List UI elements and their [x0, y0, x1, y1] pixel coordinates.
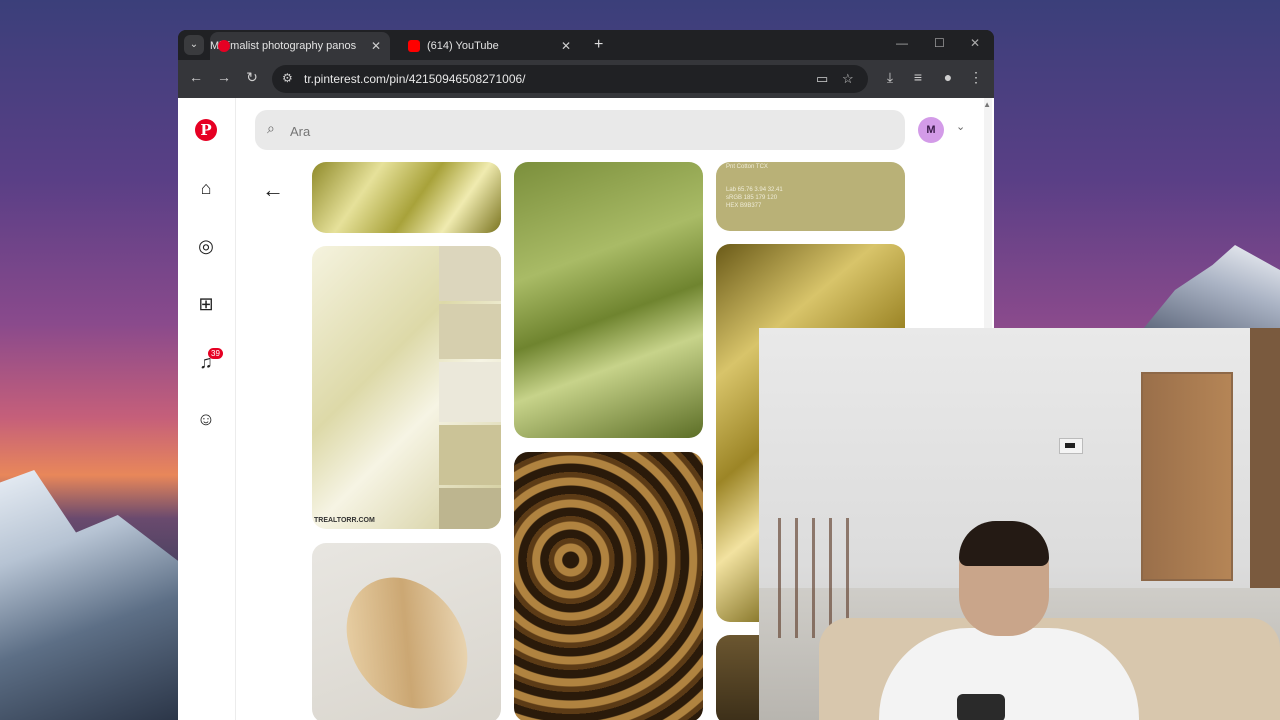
back-arrow-icon[interactable]: ←: [262, 177, 284, 203]
color-card-srgb: sRGB 185 179 120: [726, 195, 778, 201]
forward-icon[interactable]: →: [214, 69, 234, 85]
minimize-icon[interactable]: —: [896, 36, 908, 50]
search-bar[interactable]: ⌕: [255, 110, 905, 152]
bookmark-star-icon[interactable]: ☆: [842, 71, 854, 87]
search-input[interactable]: [288, 110, 892, 152]
tab-youtube[interactable]: (614) YouTube ✕: [400, 32, 580, 60]
color-swatch: [439, 425, 501, 485]
media-controls-icon[interactable]: ≡: [908, 69, 928, 85]
ribbon-shape: [321, 554, 493, 720]
close-icon[interactable]: ✕: [558, 39, 574, 53]
color-swatch: [439, 246, 501, 301]
url-text: tr.pinterest.com/pin/42150946508271006/: [304, 72, 526, 86]
color-swatch: [439, 362, 501, 422]
thermostat: [1059, 438, 1083, 454]
color-card-lab: Lab 65.76 3.94 32.41: [726, 187, 783, 193]
phone: [957, 694, 1005, 720]
pin-leopard-fur[interactable]: [514, 452, 703, 720]
pinterest-icon: [218, 40, 230, 52]
pinterest-sidebar: P ⌂ ◎ ⊞ ♫ 39 ☺: [178, 98, 236, 720]
tab-strip: ⌄ Minimalist photography panos ✕ (614) Y…: [178, 30, 994, 60]
pinterest-logo-icon[interactable]: P: [195, 119, 217, 141]
scroll-up-icon[interactable]: ▲: [983, 100, 991, 109]
pin-olive-silk[interactable]: [514, 162, 703, 438]
messages-icon[interactable]: ☺: [195, 408, 217, 430]
tab-title: Minimalist photography panos: [210, 40, 357, 52]
color-swatch: [439, 304, 501, 359]
new-tab-button[interactable]: +: [594, 36, 603, 54]
explore-icon[interactable]: ◎: [195, 235, 217, 257]
download-icon[interactable]: ⤓: [880, 69, 900, 86]
color-swatch: [439, 488, 501, 529]
notification-badge: 39: [208, 348, 223, 359]
browser-toolbar: ← → ↻ ⚙ tr.pinterest.com/pin/42150946508…: [178, 60, 994, 98]
pin-gold-silk[interactable]: [312, 162, 501, 233]
webcam-overlay: [759, 328, 1280, 720]
tab-title: (614) YouTube: [427, 40, 499, 52]
color-card-name: Pnt Cotton TCX: [726, 164, 768, 170]
youtube-icon: [408, 40, 420, 52]
tab-pinterest[interactable]: Minimalist photography panos ✕: [210, 32, 390, 60]
pin-gold-ribbon[interactable]: [312, 543, 501, 720]
reload-icon[interactable]: ↻: [242, 69, 262, 86]
create-icon[interactable]: ⊞: [195, 293, 217, 315]
search-icon: ⌕: [267, 120, 275, 136]
home-icon[interactable]: ⌂: [195, 177, 217, 199]
menu-kebab-icon[interactable]: ⋮: [966, 69, 986, 86]
close-icon[interactable]: ✕: [368, 39, 384, 53]
color-card-hex: HEX B9B377: [726, 203, 762, 209]
door: [1141, 372, 1233, 581]
back-icon[interactable]: ←: [186, 69, 206, 85]
chevron-down-icon[interactable]: ⌄: [956, 120, 965, 133]
address-bar[interactable]: ⚙ tr.pinterest.com/pin/42150946508271006…: [272, 65, 868, 93]
person-hair: [959, 521, 1049, 566]
install-app-icon[interactable]: ▭: [816, 71, 828, 87]
pin-watermark: TREALTORR.COM: [314, 517, 375, 524]
window-close-icon[interactable]: ✕: [970, 36, 980, 50]
avatar[interactable]: M: [918, 117, 944, 143]
pin-color-card[interactable]: Pnt Cotton TCX Lab 65.76 3.94 32.41 sRGB…: [716, 162, 905, 231]
tab-search-icon[interactable]: ⌄: [184, 35, 204, 55]
extension-icon[interactable]: ●: [938, 69, 958, 85]
pin-cream-satin-palette[interactable]: TREALTORR.COM: [312, 246, 501, 529]
site-info-icon[interactable]: ⚙: [282, 71, 293, 85]
maximize-icon[interactable]: ☐: [934, 36, 945, 50]
